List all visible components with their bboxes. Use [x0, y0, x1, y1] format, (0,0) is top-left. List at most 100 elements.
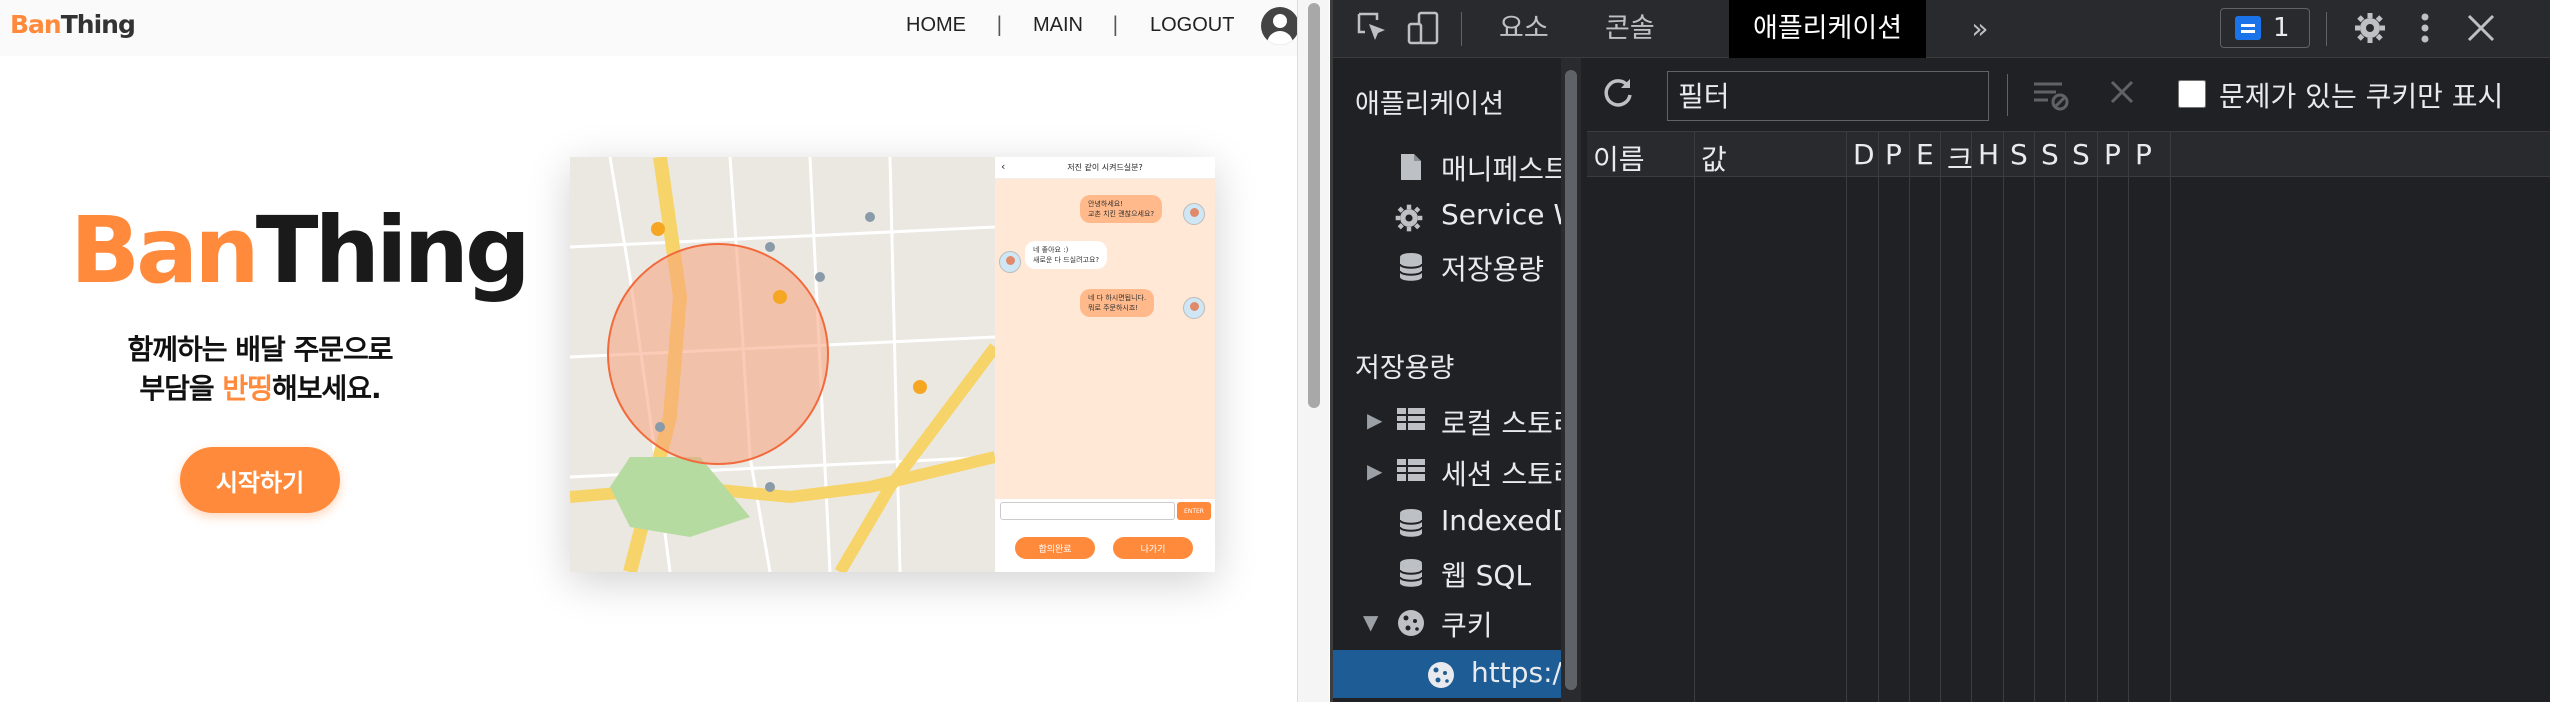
webpage-viewport: BanThing HOME | MAIN | LOGOUT BanThing 함… — [0, 0, 1297, 702]
cookies-table: 이름 값 D P E 크 H S S S P P — [1587, 132, 2550, 702]
sidebar-item-cookies[interactable]: ▼ 쿠키 — [1333, 598, 1561, 646]
chat-bubble: 안녕하세요! 교촌 치킨 괜찮으세요? — [1080, 195, 1163, 223]
page-scrollbar-thumb[interactable] — [1308, 3, 1320, 408]
column-path[interactable]: P — [1879, 132, 1910, 702]
column-header-label: 크 — [1947, 143, 1973, 176]
application-sidebar: 애플리케이션 매니페스트 Service Workers 저장용량 저장용량 ▶ — [1333, 58, 1561, 702]
cookies-panel: 문제가 있는 쿠키만 표시 이름 값 D P E 크 H S S S P P — [1587, 58, 2550, 702]
column-partition-key[interactable]: P — [2098, 132, 2129, 702]
issues-icon — [2235, 16, 2261, 40]
cookies-toolbar: 문제가 있는 쿠키만 표시 — [1587, 58, 2550, 132]
nav-separator: | — [1112, 12, 1119, 36]
column-sameparty[interactable]: S — [2066, 132, 2098, 702]
more-options-icon[interactable] — [2405, 10, 2445, 48]
chat-input — [1000, 502, 1175, 520]
column-size[interactable]: 크 — [1941, 132, 1973, 702]
cookie-icon — [1425, 660, 1457, 690]
column-domain[interactable]: D — [1847, 132, 1879, 702]
column-header-label: P — [1885, 138, 1902, 171]
column-priority[interactable]: P — [2129, 132, 2171, 702]
tagline-line-2: 부담을 반띵해보세요. — [90, 369, 430, 408]
logo-text-orange: Ban — [10, 10, 62, 39]
settings-gear-icon[interactable] — [2350, 10, 2390, 48]
tagline-text: 부담을 — [139, 372, 223, 405]
sidebar-item-local-storage[interactable]: ▶ 로컬 스토리지 — [1333, 396, 1561, 444]
clear-filtered-cookies-icon[interactable] — [2032, 78, 2070, 120]
only-issues-checkbox[interactable] — [2178, 80, 2206, 108]
chat-bubble: 네 다 하시면됩니다. 뭐로 주문하시죠! — [1080, 289, 1155, 317]
sidebar-item-indexeddb[interactable]: IndexedDB — [1333, 498, 1561, 546]
devtools-panel: 요소 콘솔 애플리케이션 » 1 애플리케이션 매니페스트 Service 저장… — [1330, 0, 2550, 702]
delete-cookie-icon[interactable] — [2107, 72, 2137, 116]
tab-console[interactable]: 콘솔 — [1581, 0, 1679, 58]
avatar-head — [1273, 14, 1287, 28]
issues-button[interactable]: 1 — [2220, 8, 2310, 48]
column-header-label: S — [2010, 138, 2028, 171]
column-header-label: P — [2135, 138, 2152, 171]
tab-elements[interactable]: 요소 — [1475, 0, 1573, 58]
sidebar-item-session-storage[interactable]: ▶ 세션 스토리지 — [1333, 447, 1561, 495]
expand-arrow-icon[interactable]: ▶ — [1367, 408, 1382, 432]
column-header-label: S — [2041, 138, 2059, 171]
database-icon — [1395, 508, 1427, 538]
nav-home[interactable]: HOME — [906, 14, 966, 37]
collapse-arrow-icon[interactable]: ▼ — [1363, 610, 1378, 634]
sidebar-item-storage-overview[interactable]: 저장용량 — [1333, 242, 1561, 290]
sidebar-item-label: 쿠키 — [1441, 609, 1493, 642]
toolbar-divider — [1461, 12, 1462, 46]
sidebar-item-label: 로컬 스토리지 — [1441, 407, 1561, 440]
tab-application[interactable]: 애플리케이션 — [1729, 0, 1927, 58]
refresh-icon[interactable] — [1601, 76, 1635, 119]
grid-icon — [1395, 406, 1427, 436]
sidebar-item-label: 웹 SQL — [1441, 559, 1532, 592]
site-logo[interactable]: BanThing — [10, 10, 136, 39]
more-tabs-icon[interactable]: » — [1960, 10, 2000, 48]
sidebar-item-cookie-origin[interactable]: https:// — [1333, 650, 1561, 698]
grid-icon — [1395, 457, 1427, 487]
column-header-label: 이름 — [1593, 143, 1645, 176]
column-header-label: H — [1978, 138, 2000, 171]
column-header-label: P — [2104, 138, 2121, 171]
column-secure[interactable]: S — [2004, 132, 2035, 702]
database-icon — [1395, 558, 1427, 588]
sidebar-section-storage: 저장용량 — [1355, 353, 1455, 384]
chat-title: 저진 같이 시켜드실분? — [1067, 163, 1143, 172]
gear-icon — [1393, 202, 1425, 232]
sidebar-item-label: https:// — [1471, 656, 1561, 689]
sidebar-item-service-workers[interactable]: Service Workers — [1333, 192, 1561, 240]
chat-avatar — [1183, 297, 1205, 319]
sidebar-scrollbar[interactable] — [1561, 58, 1581, 702]
nav-separator: | — [996, 12, 1003, 36]
nav-main[interactable]: MAIN — [1033, 14, 1083, 37]
sidebar-scrollbar-thumb[interactable] — [1565, 70, 1577, 690]
user-avatar[interactable] — [1261, 7, 1297, 45]
device-toolbar-icon[interactable] — [1403, 10, 1443, 48]
file-icon — [1395, 152, 1427, 182]
toolbar-divider — [2007, 74, 2008, 116]
sidebar-item-label: 매니페스트 — [1441, 153, 1561, 186]
inspect-element-icon[interactable] — [1353, 10, 1393, 48]
site-header: BanThing HOME | MAIN | LOGOUT — [0, 0, 1297, 56]
cookie-icon — [1395, 608, 1427, 638]
column-httponly[interactable]: H — [1972, 132, 2004, 702]
sidebar-item-label: 저장용량 — [1441, 253, 1545, 286]
sidebar-item-manifest[interactable]: 매니페스트 — [1333, 142, 1561, 190]
sidebar-item-label: IndexedDB — [1441, 504, 1561, 537]
chat-enter-button: ENTER — [1177, 502, 1211, 520]
app-preview-image: ‹ 저진 같이 시켜드실분? 안녕하세요! 교촌 치킨 괜찮으세요? 네 좋아요… — [570, 157, 1215, 572]
sidebar-item-web-sql[interactable]: 웹 SQL — [1333, 548, 1561, 596]
close-devtools-icon[interactable] — [2461, 10, 2501, 48]
filter-input[interactable] — [1667, 71, 1989, 121]
start-button[interactable]: 시작하기 — [180, 447, 340, 513]
hero-tagline: 함께하는 배달 주문으로 부담을 반띵해보세요. — [90, 330, 430, 408]
column-samesite[interactable]: S — [2035, 132, 2066, 702]
expand-arrow-icon[interactable]: ▶ — [1367, 459, 1382, 483]
chat-panel: ‹ 저진 같이 시켜드실분? 안녕하세요! 교촌 치킨 괜찮으세요? 네 좋아요… — [995, 157, 1215, 572]
column-name[interactable]: 이름 — [1587, 132, 1695, 702]
column-expires[interactable]: E — [1910, 132, 1941, 702]
only-issues-label: 문제가 있는 쿠키만 표시 — [2219, 80, 2504, 113]
page-scrollbar[interactable] — [1297, 0, 1329, 702]
chat-leave-button: 나가기 — [1113, 537, 1193, 559]
nav-logout[interactable]: LOGOUT — [1150, 14, 1234, 37]
column-value[interactable]: 값 — [1695, 132, 1847, 702]
